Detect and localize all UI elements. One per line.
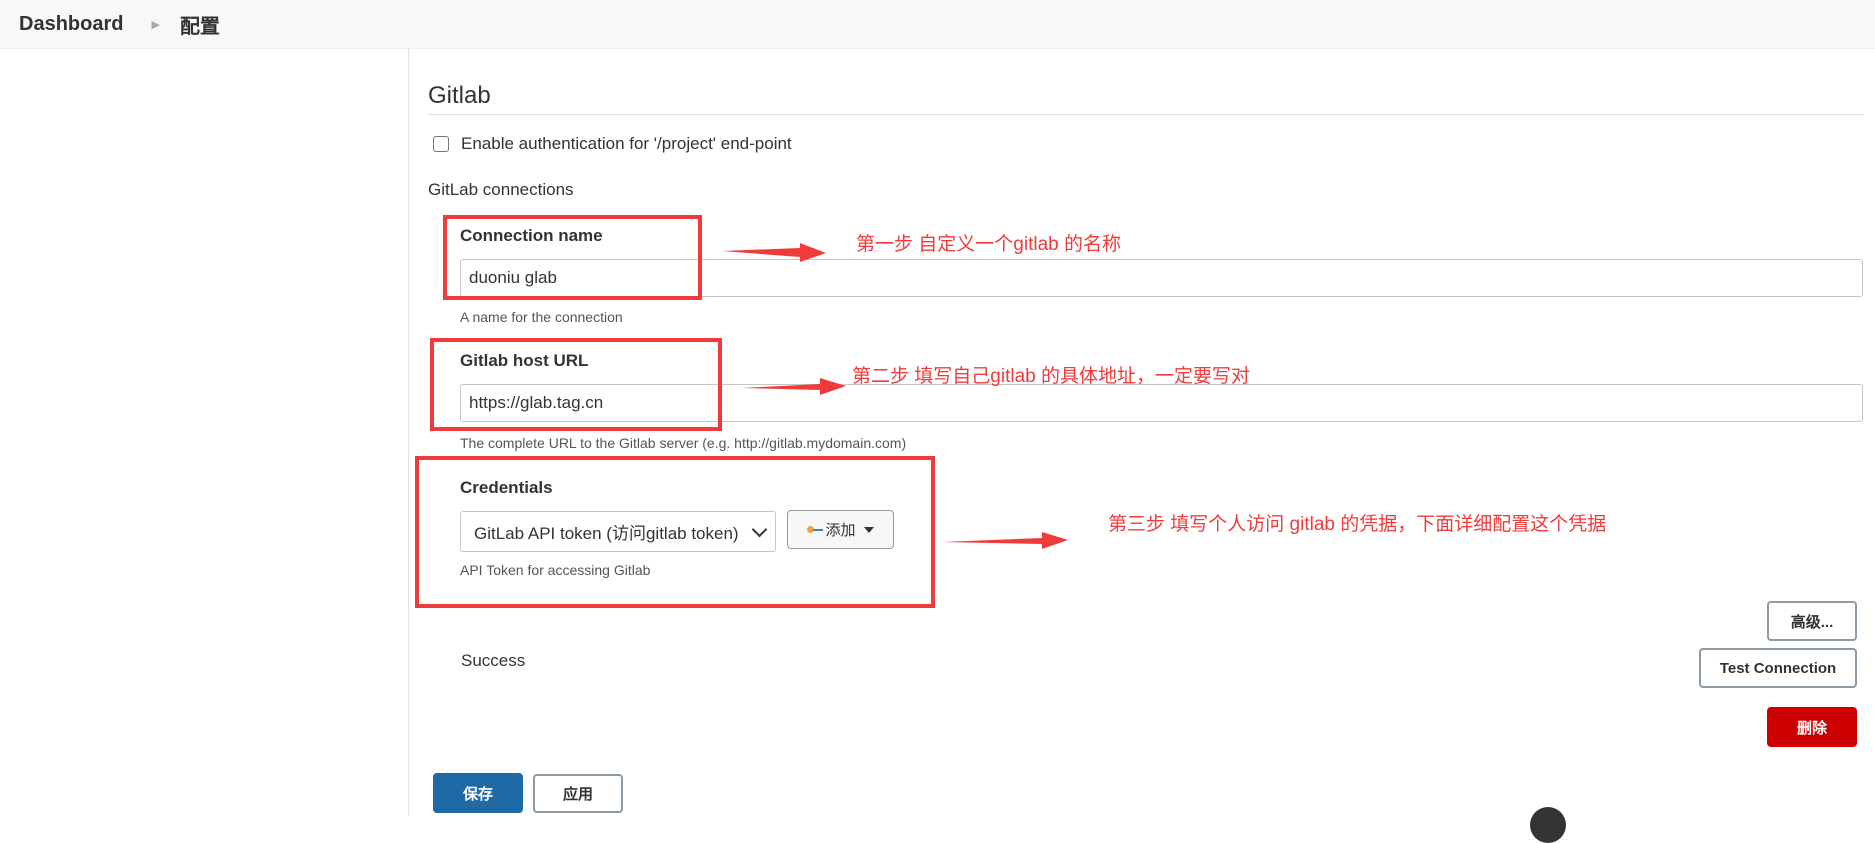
annotation-step3: 第三步 填写个人访问 gitlab 的凭据，下面详细配置这个凭据: [1108, 514, 1607, 535]
section-title: Gitlab: [428, 82, 491, 109]
annotation-step1: 第一步 自定义一个gitlab 的名称: [856, 234, 1121, 255]
auth-checkbox-label: Enable authentication for '/project' end…: [461, 134, 792, 153]
section-divider: [428, 114, 1864, 115]
connection-status: Success: [461, 651, 526, 670]
annotation-arrow-step1: [722, 243, 826, 262]
annotation-box-connection-name: [443, 215, 702, 300]
save-button[interactable]: 保存: [433, 773, 523, 813]
annotation-arrow-step3: [942, 532, 1068, 549]
advanced-button[interactable]: 高级...: [1767, 601, 1857, 641]
apply-button[interactable]: 应用: [533, 774, 623, 813]
breadcrumb-config[interactable]: 配置: [180, 10, 220, 39]
annotation-box-credentials: [415, 456, 935, 608]
auth-checkbox-row[interactable]: Enable authentication for '/project' end…: [433, 134, 792, 154]
floating-avatar: [1530, 807, 1566, 843]
breadcrumb-dashboard[interactable]: Dashboard: [19, 13, 123, 36]
breadcrumb-separator-icon: ▶: [151, 18, 160, 31]
breadcrumb-bar: Dashboard ▶ 配置: [0, 0, 1875, 49]
host-url-help: The complete URL to the Gitlab server (e…: [460, 435, 907, 451]
delete-button[interactable]: 删除: [1767, 707, 1857, 747]
sidebar-divider: [408, 48, 409, 816]
auth-checkbox[interactable]: [433, 136, 449, 152]
connections-label: GitLab connections: [428, 180, 574, 199]
annotation-arrow-step2: [742, 378, 846, 395]
annotation-step2: 第二步 填写自己gitlab 的具体地址，一定要写对: [852, 366, 1250, 387]
test-connection-button[interactable]: Test Connection: [1699, 648, 1857, 688]
connection-name-help: A name for the connection: [460, 309, 623, 325]
annotation-box-host-url: [430, 338, 722, 431]
